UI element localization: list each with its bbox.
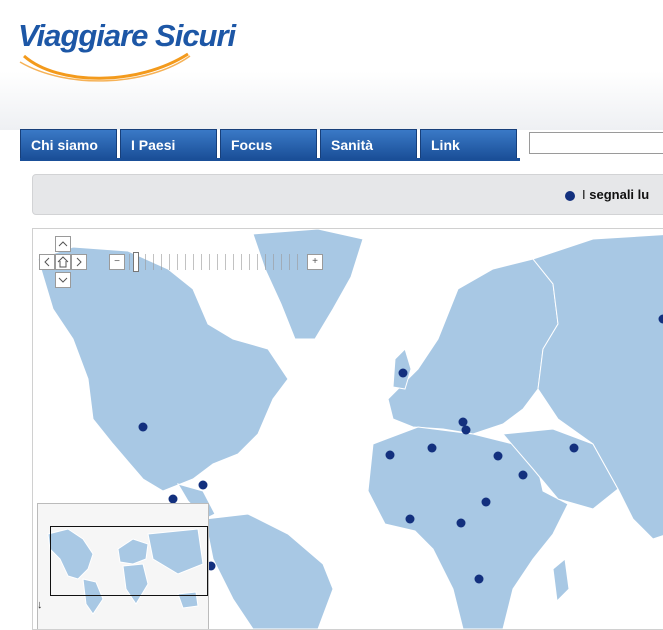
map-marker[interactable]	[459, 418, 468, 427]
zoom-slider-handle[interactable]	[133, 252, 139, 272]
madagascar-landmass	[553, 559, 569, 601]
overview-toggle-button[interactable]: ↓	[37, 599, 43, 611]
legend-text: I segnali lu	[582, 187, 649, 202]
nav-underline	[20, 158, 520, 161]
europe-landmass	[388, 259, 558, 434]
tab-label: Chi siamo	[31, 137, 98, 153]
tab-label: I Paesi	[131, 137, 175, 153]
legend-bar: I segnali lu	[32, 174, 663, 215]
search-input[interactable]	[529, 132, 663, 154]
greenland-landmass	[253, 229, 363, 339]
tab-label: Focus	[231, 137, 272, 153]
chevron-right-icon	[72, 255, 86, 269]
north-america-landmass	[38, 247, 288, 491]
zoom-out-button[interactable]: −	[109, 254, 125, 270]
map-marker[interactable]	[494, 452, 503, 461]
zoom-in-label: +	[312, 256, 318, 267]
map-marker[interactable]	[457, 519, 466, 528]
chevron-left-icon	[40, 255, 54, 269]
pan-left-button[interactable]	[39, 254, 55, 270]
logo-swoosh	[18, 46, 218, 86]
map-marker[interactable]	[570, 444, 579, 453]
home-icon	[56, 255, 70, 269]
home-button[interactable]	[55, 254, 71, 270]
tab-focus[interactable]: Focus	[220, 129, 317, 159]
zoom-slider-track[interactable]	[129, 254, 305, 270]
map-marker[interactable]	[406, 515, 415, 524]
site-logo[interactable]: Viaggiare Sicuri	[18, 18, 258, 98]
tab-i-paesi[interactable]: I Paesi	[120, 129, 217, 159]
map-marker[interactable]	[519, 471, 528, 480]
map-marker[interactable]	[386, 451, 395, 460]
map-marker[interactable]	[399, 369, 408, 378]
tab-chi-siamo[interactable]: Chi siamo	[20, 129, 117, 159]
overview-viewport[interactable]	[50, 526, 208, 596]
pan-right-button[interactable]	[71, 254, 87, 270]
map-marker[interactable]	[428, 444, 437, 453]
legend-label: segnali lu	[589, 187, 649, 202]
tab-label: Sanità	[331, 137, 373, 153]
map-marker[interactable]	[462, 426, 471, 435]
map-marker[interactable]	[475, 575, 484, 584]
legend-letter: I	[582, 187, 586, 202]
zoom-out-label: −	[114, 256, 120, 267]
map-marker[interactable]	[139, 423, 148, 432]
tab-label: Link	[431, 137, 460, 153]
map-marker[interactable]	[199, 481, 208, 490]
pan-up-button[interactable]	[55, 236, 71, 252]
zoom-in-button[interactable]: +	[307, 254, 323, 270]
world-map[interactable]: − + ↓	[32, 228, 663, 630]
south-america-landmass	[205, 514, 333, 629]
pan-down-button[interactable]	[55, 272, 71, 288]
map-marker[interactable]	[482, 498, 491, 507]
chevron-up-icon	[56, 237, 70, 251]
tab-link[interactable]: Link	[420, 129, 517, 159]
overview-map[interactable]	[37, 503, 209, 630]
tab-sanita[interactable]: Sanità	[320, 129, 417, 159]
marker-legend-icon	[565, 191, 575, 201]
chevron-down-icon	[56, 273, 70, 287]
